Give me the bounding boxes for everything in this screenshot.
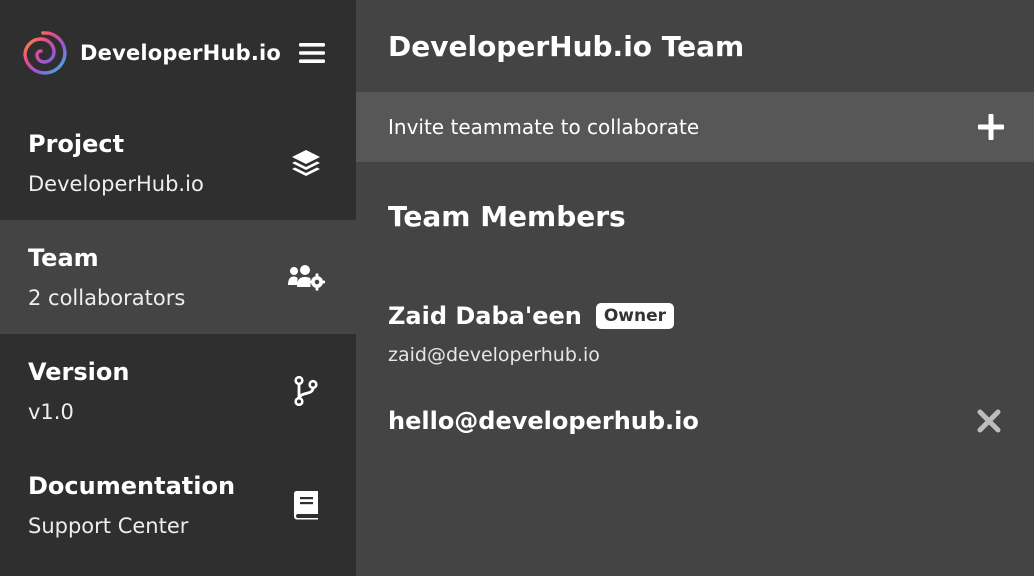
sidebar: DeveloperHub.io Project DeveloperHub.io	[0, 0, 356, 576]
book-icon	[286, 485, 326, 525]
app: DeveloperHub.io Project DeveloperHub.io	[0, 0, 1034, 576]
team-members-heading: Team Members	[388, 200, 626, 233]
layers-icon	[286, 143, 326, 183]
sidebar-item-project[interactable]: Project DeveloperHub.io	[0, 106, 356, 220]
brand-name: DeveloperHub.io	[80, 41, 282, 65]
sidebar-item-title: Project	[28, 130, 125, 158]
invite-teammate-button[interactable]: Invite teammate to collaborate	[356, 92, 1034, 162]
sidebar-item-subtitle: 2 collaborators	[28, 286, 186, 310]
member-name: Zaid Daba'een	[388, 302, 582, 330]
code-branch-icon	[286, 371, 326, 411]
sidebar-item-subtitle: DeveloperHub.io	[28, 172, 204, 196]
brand-header: DeveloperHub.io	[0, 0, 356, 106]
brand[interactable]: DeveloperHub.io	[16, 26, 281, 80]
users-cog-icon	[286, 257, 326, 297]
sidebar-item-title: Documentation	[28, 472, 236, 500]
owner-badge: Owner	[595, 303, 675, 329]
page-title: DeveloperHub.io Team	[388, 29, 745, 63]
sidebar-item-version[interactable]: Version v1.0	[0, 334, 356, 448]
sidebar-item-documentation[interactable]: Documentation Support Center	[0, 448, 356, 562]
sidebar-item-team[interactable]: Team 2 collaborators	[0, 220, 356, 334]
sidebar-item-title: Team	[28, 244, 99, 272]
sidebar-item-title: Version	[28, 358, 130, 386]
member-item: Zaid Daba'een Owner zaid@developerhub.io	[356, 302, 1034, 366]
main-panel: DeveloperHub.io Team Invite teammate to …	[356, 0, 1034, 576]
remove-member-icon[interactable]	[974, 406, 1004, 436]
invite-label: Invite teammate to collaborate	[388, 115, 700, 139]
sidebar-item-subtitle: Support Center	[28, 514, 189, 538]
member-name: hello@developerhub.io	[388, 407, 699, 435]
member-item: hello@developerhub.io	[356, 406, 1034, 436]
member-email: zaid@developerhub.io	[388, 344, 600, 366]
menu-icon[interactable]	[298, 39, 326, 67]
logo-icon	[23, 31, 67, 75]
sidebar-item-subtitle: v1.0	[28, 400, 74, 424]
plus-icon[interactable]	[974, 110, 1008, 144]
